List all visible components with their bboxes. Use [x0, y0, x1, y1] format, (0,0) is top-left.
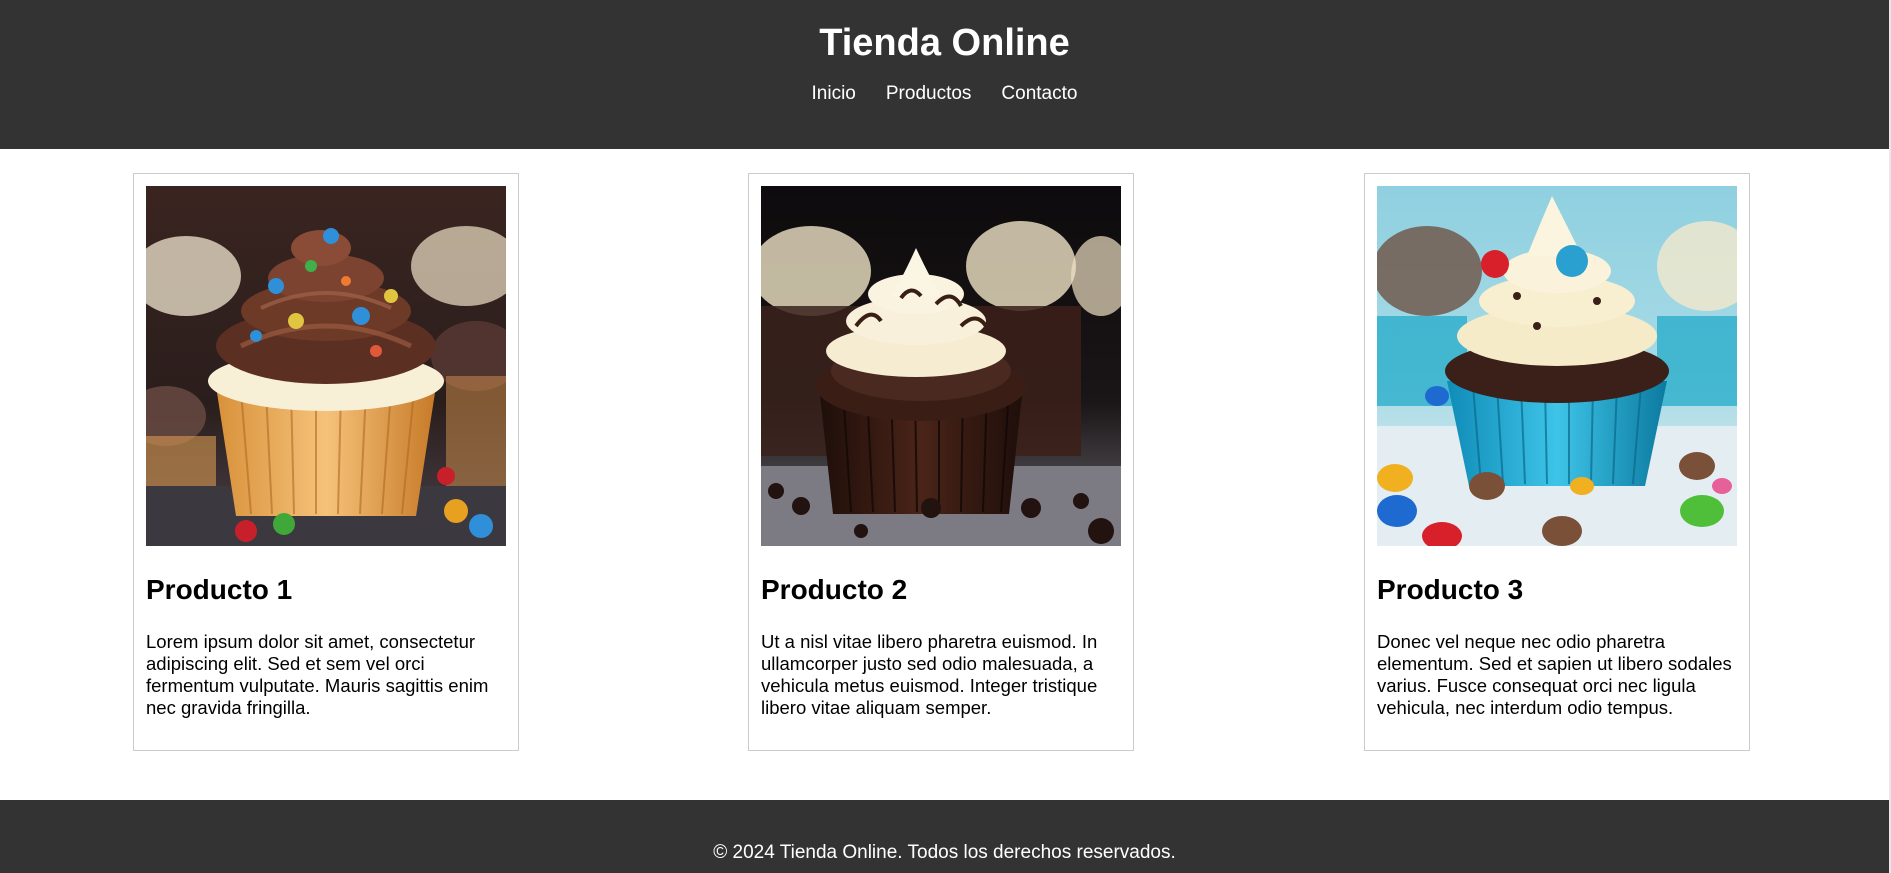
- nav-link-contacto[interactable]: Contacto: [1001, 83, 1077, 105]
- cupcake-blue-wrapper-candies-image: [1377, 186, 1737, 546]
- site-footer: © 2024 Tienda Online. Todos los derechos…: [0, 800, 1889, 873]
- product-card: Producto 2 Ut a nisl vitae libero pharet…: [748, 173, 1134, 751]
- footer-copyright: © 2024 Tienda Online. Todos los derechos…: [713, 842, 1176, 863]
- site-header: Tienda Online Inicio Productos Contacto: [0, 0, 1889, 149]
- product-card: Producto 1 Lorem ipsum dolor sit amet, c…: [133, 173, 519, 751]
- product-image-1[interactable]: [146, 186, 506, 546]
- main-nav: Inicio Productos Contacto: [0, 83, 1889, 105]
- product-image-3[interactable]: [1377, 186, 1737, 546]
- product-title: Producto 2: [761, 574, 908, 605]
- product-grid: Producto 1 Lorem ipsum dolor sit amet, c…: [0, 149, 1889, 800]
- product-title: Producto 3: [1377, 574, 1524, 605]
- product-title: Producto 1: [146, 574, 293, 605]
- nav-link-productos[interactable]: Productos: [886, 83, 972, 105]
- product-card: Producto 3 Donec vel neque nec odio phar…: [1364, 173, 1750, 751]
- page: Tienda Online Inicio Productos Contacto: [0, 0, 1891, 873]
- cupcake-chocolate-frosting-sprinkles-image: [146, 186, 506, 546]
- site-title: Tienda Online: [819, 22, 1070, 64]
- product-description: Lorem ipsum dolor sit amet, consectetur …: [146, 631, 489, 718]
- cupcake-chocolate-cream-frosting-image: [761, 186, 1121, 546]
- product-image-2[interactable]: [761, 186, 1121, 546]
- product-description: Donec vel neque nec odio pharetra elemen…: [1377, 631, 1732, 718]
- nav-link-inicio[interactable]: Inicio: [812, 83, 856, 105]
- product-description: Ut a nisl vitae libero pharetra euismod.…: [761, 631, 1098, 718]
